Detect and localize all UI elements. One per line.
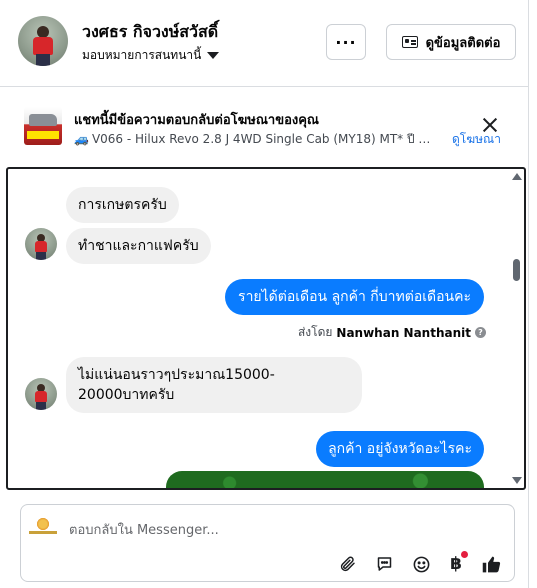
contact-avatar[interactable]: [18, 16, 68, 66]
scrollbar[interactable]: [508, 169, 524, 488]
smiley-icon[interactable]: [410, 553, 432, 575]
contact-card-icon: [401, 36, 418, 48]
contact-name[interactable]: วงศธร กิจวงษ์สวัสดิ์: [82, 20, 218, 45]
view-contact-label: ดูข้อมูลติดต่อ: [425, 35, 501, 51]
sent-by-name: Nanwhan Nanthanit: [336, 325, 471, 340]
reply-composer[interactable]: ตอบกลับใน Messenger... ฿: [20, 504, 515, 582]
message-bubble-outgoing: รายได้ต่อเดือน ลูกค้า กี่บาทต่อเดือนคะ: [225, 279, 484, 315]
sender-avatar[interactable]: [25, 378, 57, 410]
sent-by-prefix: ส่งโดย: [297, 325, 333, 339]
message-thread[interactable]: การเกษตรครับ ทำชาและกาแฟครับ รายได้ต่อเด…: [6, 167, 526, 490]
page-logo: [29, 515, 57, 537]
ad-reply-banner: แชทนี้มีข้อความตอบกลับต่อโฆษณาของคุณ 🚙 V0…: [0, 87, 528, 165]
thumbs-up-icon[interactable]: [480, 553, 502, 575]
scroll-up-arrow-icon[interactable]: [512, 173, 522, 180]
panel-divider: [528, 0, 529, 588]
sent-by-label: ส่งโดย Nanwhan Nanthanit ?: [298, 323, 486, 342]
info-icon[interactable]: ?: [475, 327, 486, 338]
image-message[interactable]: [166, 471, 484, 488]
composer-toolbar: ฿: [21, 549, 514, 579]
baht-icon[interactable]: ฿: [445, 551, 468, 575]
message-bubble-incoming: ไม่แน่นอนราวๆประมาณ15000- 20000บาทครับ: [66, 357, 362, 413]
view-contact-button[interactable]: ดูข้อมูลติดต่อ: [386, 24, 516, 60]
caret-down-icon: [207, 52, 220, 59]
conversation-header: วงศธร กิจวงษ์สวัสดิ์ มอบหมายการสนทนานี้ …: [0, 0, 528, 87]
message-line: ไม่แน่นอนราวๆประมาณ15000-: [78, 367, 275, 383]
ad-banner-title: แชทนี้มีข้อความตอบกลับต่อโฆษณาของคุณ: [74, 113, 319, 128]
message-bubble-outgoing: ลูกค้า อยู่จังหวัดอะไรคะ: [316, 431, 484, 467]
sender-avatar[interactable]: [25, 228, 57, 260]
message-bubble-incoming: ทำชาและกาแฟครับ: [66, 228, 211, 264]
more-options-button[interactable]: ···: [326, 24, 366, 60]
notification-dot: [461, 551, 468, 558]
reply-input[interactable]: ตอบกลับใน Messenger...: [69, 519, 219, 540]
message-line: 20000บาทครับ: [78, 387, 175, 403]
ad-subtitle: 🚙 V066 - Hilux Revo 2.8 J 4WD Single Cab …: [74, 130, 436, 149]
assign-conversation-dropdown[interactable]: มอบหมายการสนทนานี้: [82, 46, 220, 65]
paperclip-icon[interactable]: [337, 553, 359, 575]
close-icon[interactable]: [480, 115, 500, 135]
message-bubble-incoming: การเกษตรครับ: [66, 187, 179, 223]
scrollbar-thumb[interactable]: [513, 259, 520, 281]
speech-bubble-icon[interactable]: [373, 553, 395, 575]
ad-subtitle-text: V066 - Hilux Revo 2.8 J 4WD Single Cab (…: [91, 132, 436, 146]
car-icon: 🚙: [74, 132, 89, 146]
assign-label: มอบหมายการสนทนานี้: [82, 48, 202, 62]
ad-thumbnail[interactable]: [24, 107, 62, 145]
scroll-down-arrow-icon[interactable]: [512, 477, 522, 484]
